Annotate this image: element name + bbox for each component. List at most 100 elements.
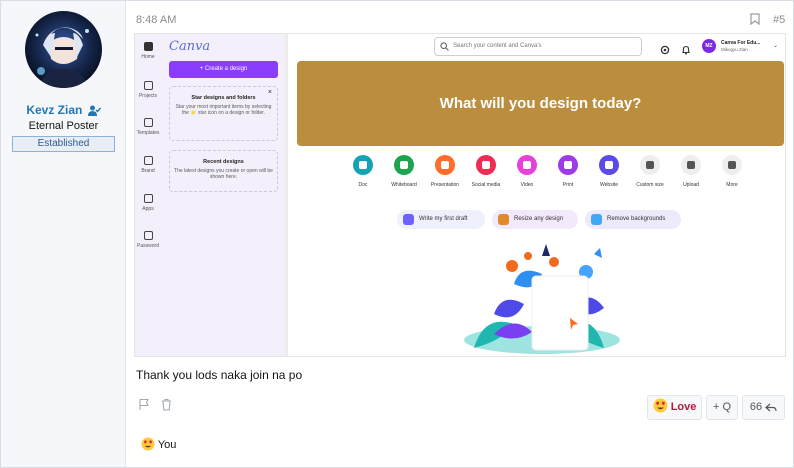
design-type-label: Doc bbox=[358, 182, 368, 188]
chevron-down-icon: ⌄ bbox=[773, 43, 779, 49]
star-designs-card: × Star designs and folders Star your mos… bbox=[169, 86, 278, 141]
design-type-label: Whiteboard bbox=[391, 182, 417, 188]
design-type-icon bbox=[435, 155, 455, 175]
design-type-item: Website bbox=[589, 155, 629, 188]
forum-post: Kevz Zian Eternal Poster Established 8:4… bbox=[0, 0, 794, 468]
avatar[interactable] bbox=[25, 11, 102, 88]
design-type-label: Social media bbox=[471, 182, 501, 188]
pill-label: Resize any design bbox=[514, 216, 564, 222]
sparkle-icon bbox=[591, 214, 602, 225]
reply-quote-button[interactable]: 66 bbox=[742, 395, 785, 420]
card-title: Star designs and folders bbox=[191, 95, 256, 101]
rail-label: Password bbox=[137, 243, 159, 249]
rail-label: Brand bbox=[141, 168, 155, 174]
flower-illustration bbox=[454, 244, 629, 356]
suggestion-pill: Write my first draft bbox=[397, 210, 485, 229]
design-type-label: Upload bbox=[683, 182, 699, 188]
design-type-label: Print bbox=[562, 182, 574, 188]
design-type-item: Upload bbox=[671, 155, 711, 188]
rail-item-projects: Projects bbox=[135, 81, 161, 99]
trash-icon[interactable] bbox=[161, 398, 172, 416]
design-type-icon bbox=[476, 155, 496, 175]
sparkle-icon bbox=[498, 214, 509, 225]
rail-item-password: Password bbox=[135, 231, 161, 249]
username[interactable]: Kevz Zian bbox=[1, 103, 126, 119]
pill-label: Remove backgrounds bbox=[607, 216, 666, 222]
rail-label: Projects bbox=[138, 93, 158, 99]
bookmark-icon[interactable] bbox=[750, 12, 760, 30]
suggestion-pill: Resize any design bbox=[492, 210, 578, 229]
account-name: Canva For Edu... bbox=[721, 40, 761, 46]
rail-label: Home bbox=[141, 54, 155, 60]
user-sidebar: Kevz Zian Eternal Poster Established bbox=[1, 1, 126, 467]
attached-screenshot[interactable]: Home Projects Templates Brand Apps Passw… bbox=[134, 33, 786, 357]
post-number[interactable]: #5 bbox=[773, 14, 785, 26]
apps-icon bbox=[143, 194, 153, 203]
canva-main: Search your content and Canva's MZ Canva… bbox=[288, 34, 785, 356]
design-type-item: Print bbox=[548, 155, 588, 188]
recent-designs-card: Recent designs The latest designs you cr… bbox=[169, 150, 278, 192]
canva-logo: Canva bbox=[169, 39, 211, 54]
design-type-icon bbox=[517, 155, 537, 175]
create-design-button: + Create a design bbox=[169, 61, 278, 78]
pill-label: Write my first draft bbox=[419, 216, 468, 222]
brand-icon bbox=[143, 156, 153, 165]
design-type-item: Presentation bbox=[425, 155, 465, 188]
hero-banner: What will you design today? bbox=[297, 61, 784, 146]
design-type-label: Presentation bbox=[430, 182, 460, 188]
sparkle-icon bbox=[403, 214, 414, 225]
rail-item-brand: Brand bbox=[135, 156, 161, 174]
lock-icon bbox=[143, 231, 153, 240]
design-type-item: Social media bbox=[466, 155, 506, 188]
rail-item-apps: Apps bbox=[135, 194, 161, 212]
design-type-item: More bbox=[712, 155, 752, 188]
templates-icon bbox=[143, 118, 153, 127]
user-title: Eternal Poster bbox=[28, 120, 99, 132]
design-type-icon bbox=[722, 155, 742, 175]
heart-eyes-emoji-icon bbox=[141, 437, 155, 454]
folder-icon bbox=[143, 81, 153, 90]
design-type-icon bbox=[558, 155, 578, 175]
user-banner: Established bbox=[12, 136, 115, 152]
design-type-icon bbox=[353, 155, 373, 175]
gear-icon bbox=[660, 42, 670, 60]
username-text[interactable]: Kevz Zian bbox=[26, 103, 82, 117]
love-reaction-button[interactable]: Love bbox=[647, 395, 702, 420]
love-label: Love bbox=[670, 401, 697, 413]
account-avatar: MZ bbox=[702, 39, 716, 53]
rail-label: Templates bbox=[136, 130, 160, 136]
design-type-label: More bbox=[726, 182, 738, 188]
reply-arrow-icon bbox=[765, 399, 777, 422]
heart-eyes-emoji-icon bbox=[653, 398, 668, 422]
design-type-label: Video bbox=[520, 182, 534, 188]
multi-quote-button[interactable]: + Q bbox=[706, 395, 738, 420]
design-type-item: Whiteboard bbox=[384, 155, 424, 188]
design-type-item: Doc bbox=[343, 155, 383, 188]
design-type-icon bbox=[640, 155, 660, 175]
design-type-label: Custom size bbox=[636, 182, 664, 188]
post-timestamp[interactable]: 8:48 AM bbox=[136, 14, 176, 26]
design-type-icon bbox=[681, 155, 701, 175]
design-type-item: Custom size bbox=[630, 155, 670, 188]
design-type-item: Video bbox=[507, 155, 547, 188]
card-body: The latest designs you create or open wi… bbox=[174, 168, 273, 180]
design-type-icon bbox=[394, 155, 414, 175]
rail-item-templates: Templates bbox=[135, 118, 161, 136]
suggestion-pill: Remove backgrounds bbox=[585, 210, 681, 229]
card-body: Star your most important items by select… bbox=[175, 104, 272, 116]
search-icon bbox=[440, 42, 449, 59]
card-title: Recent designs bbox=[203, 159, 244, 165]
close-icon: × bbox=[267, 89, 272, 96]
rail-label: Apps bbox=[142, 206, 154, 212]
rail-item-home: Home bbox=[135, 42, 161, 60]
reaction-users: You bbox=[157, 439, 177, 451]
home-icon bbox=[143, 42, 153, 51]
report-flag-icon[interactable] bbox=[138, 398, 150, 416]
post-body: Thank you lods naka join na po bbox=[136, 368, 303, 382]
reaction-summary[interactable]: You bbox=[141, 437, 176, 454]
design-type-label: Website bbox=[600, 182, 618, 188]
design-type-icon bbox=[599, 155, 619, 175]
account-sub: Mikogyu Zian bbox=[721, 47, 748, 52]
user-check-icon bbox=[87, 105, 101, 119]
search-placeholder: Search your content and Canva's bbox=[453, 43, 542, 49]
